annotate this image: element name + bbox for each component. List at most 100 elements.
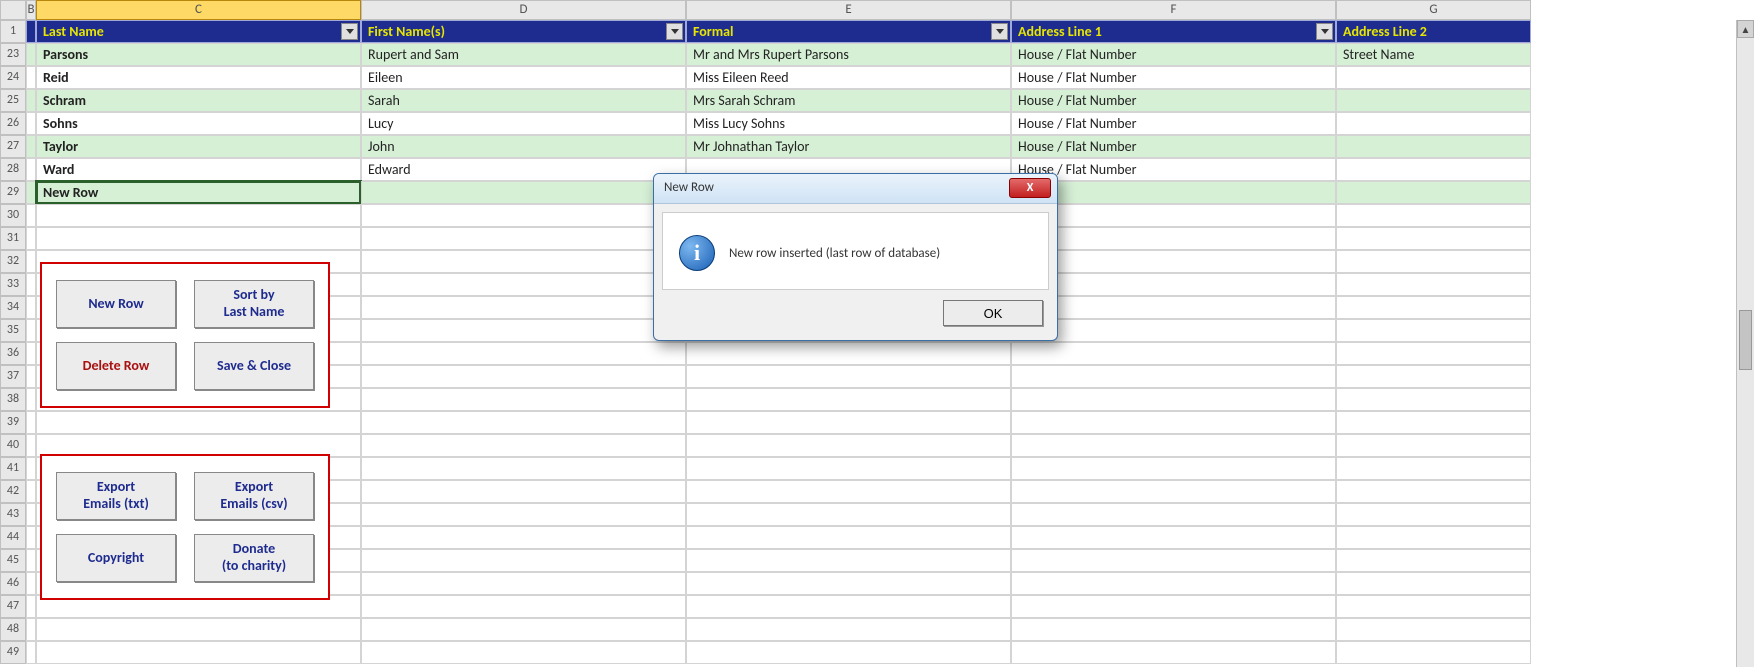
empty-cell[interactable]	[686, 641, 1011, 664]
empty-cell[interactable]	[1336, 641, 1531, 664]
cell[interactable]	[26, 158, 36, 181]
empty-cell[interactable]	[686, 572, 1011, 595]
row-head[interactable]: 31	[0, 227, 26, 250]
dialog-titlebar[interactable]: New Row X	[654, 174, 1057, 204]
empty-cell[interactable]	[26, 618, 36, 641]
empty-cell[interactable]	[686, 365, 1011, 388]
empty-cell[interactable]	[686, 526, 1011, 549]
empty-cell[interactable]	[1336, 434, 1531, 457]
cell[interactable]	[26, 181, 36, 204]
delete-row-button[interactable]: Delete Row	[56, 342, 176, 390]
empty-cell[interactable]	[1011, 549, 1336, 572]
vertical-scrollbar[interactable]: ▲	[1736, 20, 1754, 667]
cell-addr2[interactable]: Street Name	[1336, 43, 1531, 66]
row-head[interactable]: 38	[0, 388, 26, 411]
sort-last-name-button[interactable]: Sort by Last Name	[194, 280, 314, 328]
empty-cell[interactable]	[36, 641, 361, 664]
col-head-B[interactable]: B	[26, 0, 36, 20]
empty-cell[interactable]	[1336, 572, 1531, 595]
empty-cell[interactable]	[1011, 227, 1336, 250]
empty-cell[interactable]	[686, 595, 1011, 618]
row-head[interactable]: 27	[0, 135, 26, 158]
empty-cell[interactable]	[26, 434, 36, 457]
cell-first-name[interactable]: Sarah	[361, 89, 686, 112]
empty-cell[interactable]	[361, 503, 686, 526]
empty-cell[interactable]	[1336, 227, 1531, 250]
row-head[interactable]: 35	[0, 319, 26, 342]
cell-formal[interactable]: Mr and Mrs Rupert Parsons	[686, 43, 1011, 66]
row-head[interactable]: 30	[0, 204, 26, 227]
cell[interactable]	[26, 135, 36, 158]
empty-cell[interactable]	[1336, 365, 1531, 388]
row-head[interactable]: 46	[0, 572, 26, 595]
col-head-G[interactable]: G	[1336, 0, 1531, 20]
empty-cell[interactable]	[361, 388, 686, 411]
empty-cell[interactable]	[1011, 250, 1336, 273]
row-head[interactable]: 32	[0, 250, 26, 273]
cell-addr2[interactable]	[1336, 181, 1531, 204]
empty-cell[interactable]	[1011, 388, 1336, 411]
cell-last-name[interactable]: Sohns	[36, 112, 361, 135]
empty-cell[interactable]	[361, 641, 686, 664]
empty-cell[interactable]	[686, 480, 1011, 503]
row-head[interactable]: 44	[0, 526, 26, 549]
empty-cell[interactable]	[1011, 319, 1336, 342]
empty-cell[interactable]	[36, 618, 361, 641]
empty-cell[interactable]	[1011, 434, 1336, 457]
empty-cell[interactable]	[1336, 457, 1531, 480]
row-head[interactable]: 43	[0, 503, 26, 526]
cell-addr1[interactable]: House / Flat Number	[1011, 112, 1336, 135]
empty-cell[interactable]	[26, 572, 36, 595]
empty-cell[interactable]	[26, 342, 36, 365]
empty-cell[interactable]	[1011, 411, 1336, 434]
cell-addr2[interactable]	[1336, 135, 1531, 158]
cell-first-name[interactable]: Eileen	[361, 66, 686, 89]
empty-cell[interactable]	[361, 342, 686, 365]
row-head[interactable]: 45	[0, 549, 26, 572]
scroll-thumb[interactable]	[1739, 310, 1752, 370]
empty-cell[interactable]	[1336, 549, 1531, 572]
cell[interactable]	[26, 66, 36, 89]
cell-formal[interactable]: Mrs Sarah Schram	[686, 89, 1011, 112]
empty-cell[interactable]	[36, 411, 361, 434]
cell-addr1[interactable]	[1011, 181, 1336, 204]
empty-cell[interactable]	[1336, 342, 1531, 365]
empty-cell[interactable]	[26, 296, 36, 319]
cell-first-name[interactable]	[361, 181, 686, 204]
empty-cell[interactable]	[1011, 204, 1336, 227]
row-head[interactable]: 23	[0, 43, 26, 66]
empty-cell[interactable]	[26, 273, 36, 296]
empty-cell[interactable]	[361, 572, 686, 595]
new-row-button[interactable]: New Row	[56, 280, 176, 328]
cell-addr2[interactable]	[1336, 66, 1531, 89]
empty-cell[interactable]	[26, 641, 36, 664]
empty-cell[interactable]	[26, 526, 36, 549]
col-head-E[interactable]: E	[686, 0, 1011, 20]
empty-cell[interactable]	[1011, 365, 1336, 388]
export-emails-csv-button[interactable]: Export Emails (csv)	[194, 472, 314, 520]
empty-cell[interactable]	[26, 204, 36, 227]
cell-last-name[interactable]: Schram	[36, 89, 361, 112]
empty-cell[interactable]	[361, 411, 686, 434]
empty-cell[interactable]	[1011, 572, 1336, 595]
empty-cell[interactable]	[361, 250, 686, 273]
empty-cell[interactable]	[1011, 618, 1336, 641]
empty-cell[interactable]	[1011, 641, 1336, 664]
empty-cell[interactable]	[26, 227, 36, 250]
cell-first-name[interactable]: Lucy	[361, 112, 686, 135]
empty-cell[interactable]	[361, 227, 686, 250]
col-head-F[interactable]: F	[1011, 0, 1336, 20]
row-head[interactable]: 28	[0, 158, 26, 181]
empty-cell[interactable]	[1336, 526, 1531, 549]
empty-cell[interactable]	[361, 319, 686, 342]
empty-cell[interactable]	[26, 503, 36, 526]
col-head-C[interactable]: C	[36, 0, 361, 20]
empty-cell[interactable]	[26, 319, 36, 342]
donate-button[interactable]: Donate (to charity)	[194, 534, 314, 582]
filter-first-names[interactable]	[666, 23, 683, 40]
empty-cell[interactable]	[26, 549, 36, 572]
empty-cell[interactable]	[1011, 480, 1336, 503]
empty-cell[interactable]	[26, 411, 36, 434]
empty-cell[interactable]	[26, 250, 36, 273]
row-head[interactable]: 24	[0, 66, 26, 89]
